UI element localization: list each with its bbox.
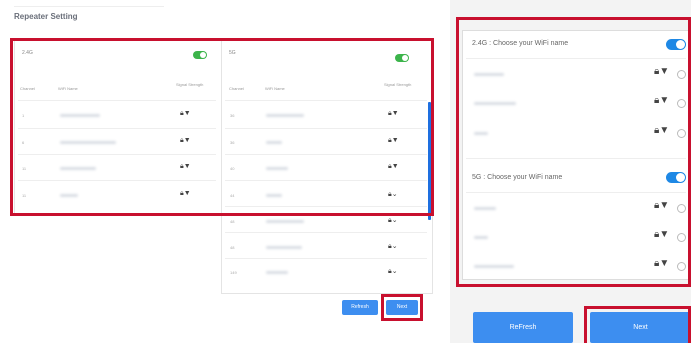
lock-wifi-icons: 🔒︎⌄ bbox=[388, 243, 398, 250]
row-divider bbox=[225, 232, 427, 233]
lock-wifi-icons: 🔒︎⌄ bbox=[388, 217, 398, 224]
refresh-button[interactable]: ReFresh bbox=[473, 312, 573, 343]
highlight-box-wifi-list bbox=[456, 17, 691, 287]
refresh-button-small[interactable]: Refresh bbox=[342, 300, 378, 315]
channel-cell: 48 bbox=[230, 219, 235, 224]
channel-cell: 149 bbox=[230, 270, 237, 275]
page-title: Repeater Setting bbox=[14, 12, 78, 21]
wifi-name-blurred bbox=[266, 220, 304, 223]
row-divider bbox=[225, 258, 427, 259]
highlight-box-next-small bbox=[381, 294, 423, 321]
highlight-box-next bbox=[584, 306, 691, 343]
channel-cell: 48 bbox=[230, 245, 235, 250]
wifi-name-blurred bbox=[266, 271, 288, 274]
lock-wifi-icons: 🔒︎⌄ bbox=[388, 268, 398, 275]
wifi-name-blurred bbox=[266, 246, 302, 249]
top-divider bbox=[14, 6, 164, 7]
highlight-box-table bbox=[10, 38, 434, 216]
